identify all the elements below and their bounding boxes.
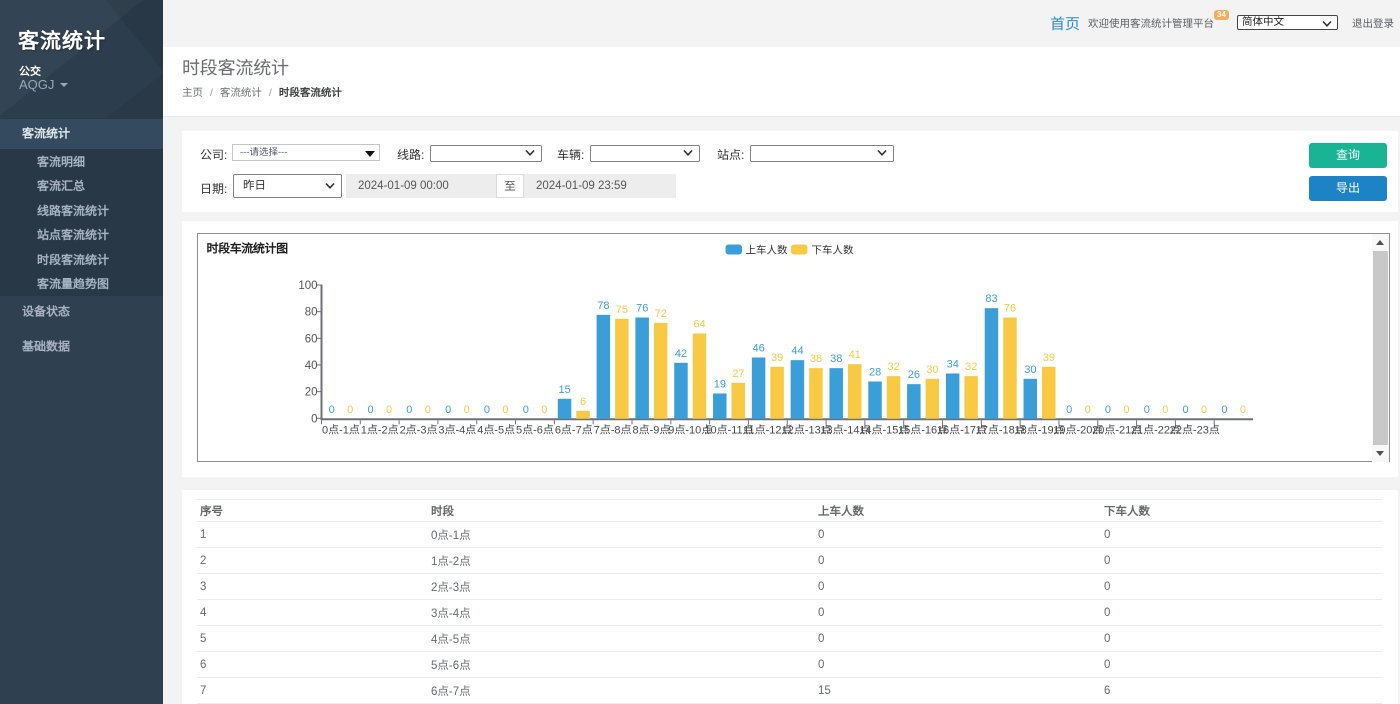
svg-text:72: 72 — [655, 307, 667, 319]
svg-text:38: 38 — [810, 353, 822, 365]
svg-text:0: 0 — [367, 403, 373, 415]
svg-text:0: 0 — [464, 403, 470, 415]
svg-text:3点-4点: 3点-4点 — [438, 423, 476, 436]
svg-text:76: 76 — [636, 302, 648, 314]
svg-text:44: 44 — [791, 345, 803, 357]
svg-text:64: 64 — [693, 318, 705, 330]
svg-text:28: 28 — [869, 366, 881, 378]
svg-text:100: 100 — [298, 280, 317, 292]
svg-text:0: 0 — [1144, 403, 1150, 415]
svg-text:0: 0 — [1123, 403, 1129, 415]
svg-text:8点-9点: 8点-9点 — [632, 423, 670, 436]
svg-text:42: 42 — [675, 347, 687, 359]
svg-text:38: 38 — [830, 353, 842, 365]
svg-text:0: 0 — [1085, 403, 1091, 415]
svg-text:4点-5点: 4点-5点 — [477, 423, 515, 436]
svg-text:34: 34 — [947, 358, 959, 370]
svg-text:80: 80 — [305, 306, 318, 318]
svg-text:30: 30 — [926, 363, 938, 375]
svg-text:39: 39 — [771, 351, 783, 363]
svg-text:39: 39 — [1043, 351, 1055, 363]
svg-text:20: 20 — [305, 386, 318, 398]
svg-text:46: 46 — [753, 342, 765, 354]
svg-text:0: 0 — [502, 403, 508, 415]
svg-text:0: 0 — [425, 403, 431, 415]
svg-text:0: 0 — [523, 403, 529, 415]
svg-text:0: 0 — [1201, 403, 1207, 415]
svg-text:下车人数: 下车人数 — [812, 244, 854, 256]
svg-text:0: 0 — [445, 403, 451, 415]
svg-text:0: 0 — [1221, 403, 1227, 415]
svg-text:32: 32 — [965, 361, 977, 373]
svg-text:0: 0 — [406, 403, 412, 415]
svg-text:26: 26 — [908, 369, 920, 381]
svg-text:6点-7点: 6点-7点 — [555, 423, 593, 436]
svg-text:60: 60 — [305, 333, 318, 345]
svg-text:0: 0 — [1240, 403, 1246, 415]
svg-text:75: 75 — [616, 303, 628, 315]
svg-text:6: 6 — [580, 395, 586, 407]
svg-text:上车人数: 上车人数 — [746, 244, 788, 256]
svg-text:时段车流统计图: 时段车流统计图 — [207, 241, 289, 255]
svg-text:0: 0 — [1066, 403, 1072, 415]
svg-text:32: 32 — [887, 361, 899, 373]
svg-text:19: 19 — [714, 378, 726, 390]
svg-text:0: 0 — [347, 403, 353, 415]
svg-text:5点-6点: 5点-6点 — [516, 423, 554, 436]
svg-text:0: 0 — [484, 403, 490, 415]
svg-text:78: 78 — [597, 299, 609, 311]
svg-text:0: 0 — [386, 403, 392, 415]
svg-text:27: 27 — [732, 367, 744, 379]
svg-text:76: 76 — [1004, 302, 1016, 314]
svg-text:40: 40 — [305, 359, 318, 371]
svg-text:1点-2点: 1点-2点 — [361, 423, 399, 436]
svg-text:0: 0 — [541, 403, 547, 415]
svg-text:0点-1点: 0点-1点 — [322, 423, 360, 436]
svg-text:83: 83 — [985, 293, 997, 305]
svg-text:15: 15 — [558, 383, 570, 395]
svg-text:41: 41 — [849, 349, 861, 361]
svg-text:2点-3点: 2点-3点 — [400, 423, 438, 436]
svg-text:30: 30 — [1024, 363, 1036, 375]
svg-text:22点-23点: 22点-23点 — [1170, 423, 1220, 436]
svg-text:0: 0 — [1162, 403, 1168, 415]
svg-text:0: 0 — [311, 413, 317, 425]
svg-text:7点-8点: 7点-8点 — [594, 423, 632, 436]
svg-text:0: 0 — [329, 403, 335, 415]
svg-text:0: 0 — [1183, 403, 1189, 415]
svg-text:0: 0 — [1105, 403, 1111, 415]
